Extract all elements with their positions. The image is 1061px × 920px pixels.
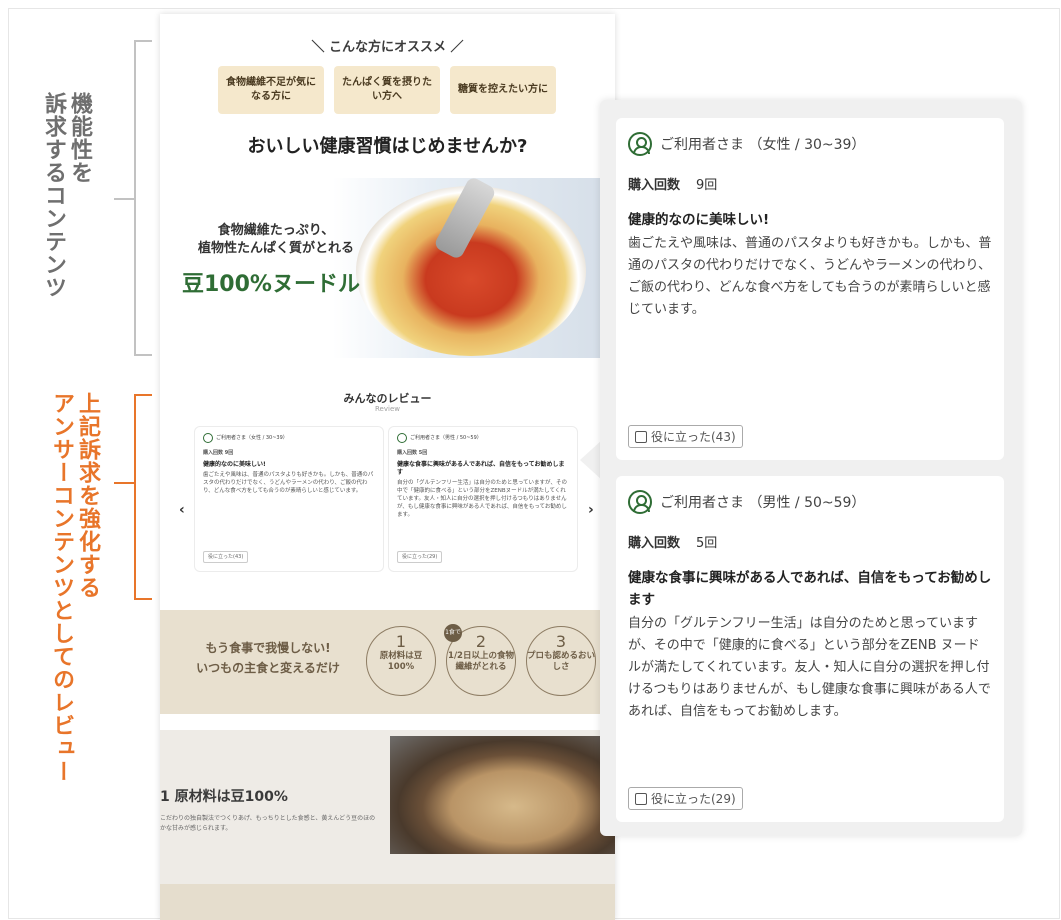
benefit-number: 1 <box>395 632 407 651</box>
mini-review-user-label: ご利用者さま（女性 / 30~39） <box>216 435 288 441</box>
recommend-heading: ＼ こんな方にオススメ ／ <box>311 40 464 55</box>
mini-helpful-button[interactable]: 役に立った(43) <box>203 551 249 563</box>
recommend-box-carb: 糖質を控えたい方に <box>450 66 556 114</box>
review-user: ご利用者さま （男性 / 50~59） <box>628 490 992 514</box>
feature-title: 1 原材料は豆100% <box>160 789 288 805</box>
feature-section: 1 原材料は豆100% こだわりの独自製法でつくりあげ、もっちりとした食感と、黄… <box>160 730 615 900</box>
mini-review-title: 健康な食事に興味がある人であれば、自信をもってお勧めします <box>397 461 565 476</box>
product-page: ＼ こんな方にオススメ ／ 食物繊維不足が気になる方に たんぱく質を摂りたい方へ… <box>160 14 615 920</box>
benefit-text: 1/2日以上の食物繊維がとれる <box>448 651 514 672</box>
review-user-label: ご利用者さま （女性 / 30~39） <box>660 137 866 153</box>
carousel-next-button[interactable]: › <box>588 502 594 518</box>
hero-tagline: 食物繊維たっぷり、 植物性たんぱく質がとれる <box>186 222 366 258</box>
band-line2: いつもの主食と変えるだけ <box>196 661 340 675</box>
user-icon <box>628 132 652 156</box>
thumbs-up-icon <box>635 792 647 805</box>
review-card: ご利用者さま （男性 / 50~59） 購入回数 5回 健康な食事に興味がある人で… <box>616 476 1004 822</box>
band-line1: もう食事で我慢しない! <box>205 641 331 655</box>
user-icon <box>628 490 652 514</box>
recommend-box-fiber: 食物繊維不足が気になる方に <box>218 66 324 114</box>
review-card: ご利用者さま （女性 / 30~39） 購入回数 9回 健康的なのに美味しい! 歯… <box>616 118 1004 460</box>
mini-review-user: ご利用者さま（男性 / 50~59） <box>397 433 569 443</box>
review-section-subtitle: Review <box>375 405 400 413</box>
user-icon <box>203 433 213 443</box>
mini-review-card: ご利用者さま（女性 / 30~39） 購入回数 9回 健康的なのに美味しい! 歯… <box>194 426 384 572</box>
helpful-button[interactable]: 役に立った(43) <box>628 425 743 448</box>
review-title: 健康的なのに美味しい! <box>628 212 770 228</box>
mini-review-body: 自分の「グルテンフリー生活」は自分のためと思っていますが、その中で「健康的に食べ… <box>397 480 567 518</box>
purchase-count-value: 5回 <box>696 536 718 551</box>
benefit-circle: 3 プロも認めるおいしさ <box>526 626 596 696</box>
mini-helpful-button[interactable]: 役に立った(29) <box>397 551 443 563</box>
mini-review-body: 歯ごたえや風味は、普通のパスタよりも好きかも。しかも、普通のパスタの代わりだけで… <box>203 472 374 494</box>
purchase-count-label: 購入回数 <box>628 178 681 193</box>
mini-review-user: ご利用者さま（女性 / 30~39） <box>203 433 375 443</box>
benefit-circle: 1 原材料は豆100% <box>366 626 436 696</box>
beans-image <box>390 736 615 854</box>
benefit-band: もう食事で我慢しない! いつもの主食と変えるだけ 1 原材料は豆100% 2 1/2… <box>160 610 615 714</box>
review-section-title: みんなのレビュー <box>343 392 432 405</box>
mini-review-user-label: ご利用者さま（男性 / 50~59） <box>410 435 482 441</box>
annotation-review-line1: 上記訴求を強化する <box>75 392 100 599</box>
mini-review-count: 購入回数 9回 <box>203 450 234 456</box>
user-icon <box>397 433 407 443</box>
hero-banner: 食物繊維たっぷり、 植物性たんぱく質がとれる 豆100%ヌードル <box>160 175 615 358</box>
benefit-number: 3 <box>555 632 567 651</box>
band-message: もう食事で我慢しない! いつもの主食と変えるだけ <box>176 638 360 678</box>
purchase-count: 購入回数 5回 <box>628 532 992 551</box>
review-zoom-panel: ご利用者さま （女性 / 30~39） 購入回数 9回 健康的なのに美味しい! 歯… <box>600 100 1022 836</box>
mini-review-count: 購入回数 5回 <box>397 450 428 456</box>
review-user: ご利用者さま （女性 / 30~39） <box>628 132 992 156</box>
recommend-box-protein: たんぱく質を摂りたい方へ <box>334 66 440 114</box>
helpful-label: 役に立った(29) <box>651 792 736 806</box>
feature-body: こだわりの独自製法でつくりあげ、もっちりとした食感と、黄えんどう豆のほのかな甘み… <box>160 815 376 832</box>
review-user-label: ご利用者さま （男性 / 50~59） <box>660 495 866 511</box>
review-title: 健康な食事に興味がある人であれば、自信をもってお勧めします <box>628 570 992 608</box>
annotation-review-line2: アンサーコンテンツとしてのレビュー <box>49 392 74 783</box>
helpful-button[interactable]: 役に立った(29) <box>628 787 743 810</box>
panel-pointer <box>580 440 602 480</box>
helpful-label: 役に立った(43) <box>651 430 736 444</box>
mini-review-title: 健康的なのに美味しい! <box>203 461 266 468</box>
hero-line1: 食物繊維たっぷり、 <box>217 223 335 238</box>
benefit-badge: 1食で <box>444 624 462 642</box>
bracket-functional-tick <box>114 198 136 200</box>
purchase-count: 購入回数 9回 <box>628 174 992 193</box>
benefit-text: 原材料は豆100% <box>379 651 423 672</box>
annotation-functional-line1: 機能性を <box>67 92 92 184</box>
review-body: 自分の「グルテンフリー生活」は自分のためと思っていますが、その中で「健康的に食べ… <box>628 616 991 719</box>
bottom-strip <box>160 884 615 920</box>
bracket-review-tick <box>114 482 136 484</box>
purchase-count-value: 9回 <box>696 178 718 193</box>
purchase-count-label: 購入回数 <box>628 536 681 551</box>
mini-review-card: ご利用者さま（男性 / 50~59） 購入回数 5回 健康な食事に興味がある人で… <box>388 426 578 572</box>
review-body: 歯ごたえや風味は、普通のパスタよりも好きかも。しかも、普通のパスタの代わりだけで… <box>628 236 992 317</box>
bracket-functional <box>134 40 152 356</box>
benefit-text: プロも認めるおいしさ <box>527 651 596 672</box>
annotation-functional-line2: 訴求するコンテンツ <box>41 92 66 299</box>
hero-line2: 植物性たんぱく質がとれる <box>197 241 354 256</box>
thumbs-up-icon <box>635 430 647 443</box>
page-headline: おいしい健康習慣はじめませんか? <box>247 136 528 157</box>
bracket-review <box>134 394 152 600</box>
carousel-prev-button[interactable]: ‹ <box>179 502 185 518</box>
hero-product-name: 豆100%ヌードル <box>182 272 360 297</box>
